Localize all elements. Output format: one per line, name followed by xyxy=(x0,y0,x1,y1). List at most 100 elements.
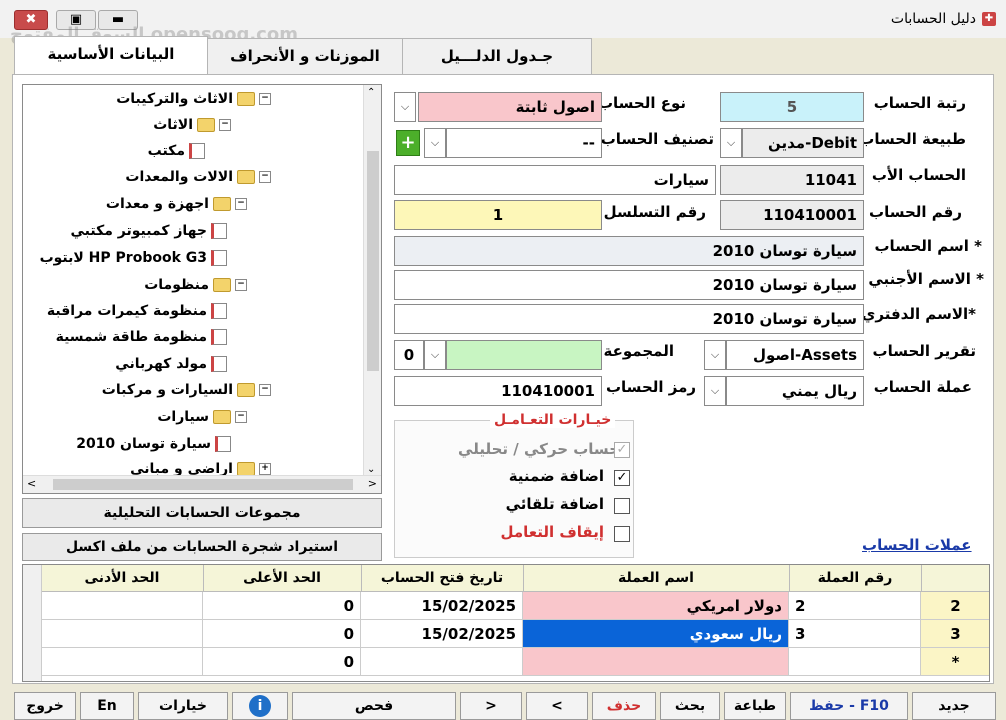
tab-budgets[interactable]: الموزنات و الأنحراف xyxy=(207,38,403,74)
tree-node[interactable]: الاثاث − xyxy=(153,113,231,137)
previous-button[interactable]: < xyxy=(526,692,588,720)
accounts-tree[interactable]: الاثاث والتركيبات − الاثاث − مكتب الالات و… xyxy=(22,84,382,494)
foreign-name-input[interactable]: سيارة توسان 2010 xyxy=(394,270,864,300)
grid-cell-max[interactable]: 0 xyxy=(203,592,361,620)
account-name-input[interactable]: سيارة توسان 2010 xyxy=(394,236,864,266)
currency-select[interactable]: ريال يمني xyxy=(726,376,864,406)
currency-dropdown-icon[interactable]: ⌵ xyxy=(704,376,726,406)
grid-header-date[interactable]: تاريخ فتح الحساب xyxy=(361,565,524,592)
grid-cell-min[interactable] xyxy=(41,648,203,676)
tree-node[interactable]: مولد كهرباني xyxy=(115,352,227,376)
tree-node[interactable]: الالات والمعدات − xyxy=(125,165,271,189)
grid-cell-code[interactable]: 3 xyxy=(789,620,921,648)
collapse-icon[interactable]: − xyxy=(235,279,247,291)
grid-cell-code[interactable]: 2 xyxy=(789,592,921,620)
option-stop-checkbox[interactable] xyxy=(614,526,630,542)
grid-cell-date[interactable] xyxy=(361,648,523,676)
collapse-icon[interactable]: − xyxy=(235,411,247,423)
tree-node[interactable]: لابتوب HP Probook G3 xyxy=(40,246,227,270)
grid-row-number[interactable]: 2 xyxy=(921,592,989,620)
import-excel-button[interactable]: استيراد شجرة الحسابات من ملف اكسل xyxy=(22,533,382,561)
book-name-input[interactable]: سيارة توسان 2010 xyxy=(394,304,864,334)
type-select[interactable]: اصول ثابتة xyxy=(418,92,602,122)
tree-node[interactable]: اجهزة و معدات − xyxy=(106,192,247,216)
grid-header-max[interactable]: الحد الأعلى xyxy=(203,565,362,592)
collapse-icon[interactable]: − xyxy=(259,93,271,105)
collapse-icon[interactable]: − xyxy=(259,384,271,396)
rank-field[interactable]: 5 xyxy=(720,92,864,122)
grid-row-number[interactable]: * xyxy=(921,648,989,676)
tab-basic-data[interactable]: البيانات الأساسية xyxy=(14,36,208,76)
grid-cell-max[interactable]: 0 xyxy=(203,620,361,648)
print-button[interactable]: طباعة xyxy=(724,692,786,720)
scroll-up-icon[interactable]: ⌃ xyxy=(367,87,375,98)
class-select[interactable]: -- xyxy=(446,128,602,158)
tree-node[interactable]: منظومات − xyxy=(144,273,247,297)
grid-cell-min[interactable] xyxy=(41,592,203,620)
grid-cell-name[interactable]: ريال سعودي xyxy=(523,620,789,648)
group-select[interactable] xyxy=(446,340,602,370)
tree-node[interactable]: منظومة طاقة شمسية xyxy=(56,325,227,349)
info-button[interactable]: i xyxy=(232,692,288,720)
grid-cell-min[interactable] xyxy=(41,620,203,648)
grid-cell-name[interactable]: دولار امريكي xyxy=(523,592,789,620)
type-dropdown-icon[interactable]: ⌵ xyxy=(394,92,416,122)
collapse-icon[interactable]: − xyxy=(259,171,271,183)
tree-node[interactable]: جهاز كمبيوتر مكتبي xyxy=(71,219,227,243)
grid-cell-name[interactable] xyxy=(523,648,789,676)
parent-code-field[interactable]: 11041 xyxy=(720,165,864,195)
report-dropdown-icon[interactable]: ⌵ xyxy=(704,340,726,370)
nature-select[interactable]: مدين-Debit xyxy=(742,128,864,158)
tree-node[interactable]: سيارات − xyxy=(157,405,247,429)
grid-header-min[interactable]: الحد الأدنى xyxy=(41,565,204,592)
grid-cell-max[interactable]: 0 xyxy=(203,648,361,676)
delete-button[interactable]: حذف xyxy=(592,692,656,720)
grid-cell-date[interactable]: 15/02/2025 xyxy=(361,592,523,620)
new-button[interactable]: جديد xyxy=(912,692,996,720)
grid-row-number[interactable]: 3 xyxy=(921,620,989,648)
tree-horizontal-scrollbar[interactable]: < > xyxy=(23,475,381,493)
language-button[interactable]: En xyxy=(80,692,134,720)
scroll-thumb[interactable] xyxy=(53,479,353,490)
exit-button[interactable]: خروج xyxy=(14,692,76,720)
grid-cell-date[interactable]: 15/02/2025 xyxy=(361,620,523,648)
tree-node[interactable]: الاثاث والتركيبات − xyxy=(116,87,271,111)
option-implicit-checkbox[interactable]: ✓ xyxy=(614,470,630,486)
expand-icon[interactable]: + xyxy=(259,463,271,475)
nature-dropdown-icon[interactable]: ⌵ xyxy=(720,128,742,158)
class-dropdown-icon[interactable]: ⌵ xyxy=(424,128,446,158)
tree-node[interactable]: مكتب xyxy=(148,139,205,163)
book-name-label: الاسم الدفتري* xyxy=(861,305,976,323)
add-class-button[interactable]: + xyxy=(396,130,420,156)
tree-node[interactable]: السيارات و مركبات − xyxy=(102,378,271,402)
analytic-groups-button[interactable]: مجموعات الحسابات التحليلية xyxy=(22,498,382,528)
search-button[interactable]: بحث xyxy=(660,692,720,720)
currencies-grid[interactable]: رقم العملة اسم العملة تاريخ فتح الحساب ا… xyxy=(22,564,990,682)
tab-guide-table[interactable]: جـدول الدلـــيل xyxy=(402,38,592,74)
check-button[interactable]: فحص xyxy=(292,692,456,720)
grid-header-name[interactable]: اسم العملة xyxy=(523,565,790,592)
serial-field[interactable]: 1 xyxy=(394,200,602,230)
scroll-down-icon[interactable]: ⌄ xyxy=(367,464,375,475)
folder-icon xyxy=(237,92,255,106)
grid-cell-code[interactable] xyxy=(789,648,921,676)
grid-header-code[interactable]: رقم العملة xyxy=(789,565,922,592)
tree-node[interactable]: منظومة كيمرات مراقبة xyxy=(47,299,227,323)
scroll-left-icon[interactable]: < xyxy=(27,477,36,490)
account-number-field[interactable]: 110410001 xyxy=(720,200,864,230)
symbol-field[interactable]: 110410001 xyxy=(394,376,602,406)
grid-vertical-scrollbar[interactable] xyxy=(23,565,42,681)
report-select[interactable]: اصول-Assets xyxy=(726,340,864,370)
options-button[interactable]: خيارات xyxy=(138,692,228,720)
group-dropdown-icon[interactable]: ⌵ xyxy=(424,340,446,370)
save-button[interactable]: حفظ - F10 xyxy=(790,692,908,720)
scroll-right-icon[interactable]: > xyxy=(368,477,377,490)
collapse-icon[interactable]: − xyxy=(235,198,247,210)
scroll-thumb[interactable] xyxy=(367,151,379,371)
tree-vertical-scrollbar[interactable]: ⌃ ⌄ xyxy=(363,85,381,477)
group-code-field[interactable]: 0 xyxy=(394,340,424,370)
next-button[interactable]: > xyxy=(460,692,522,720)
tree-node[interactable]: سيارة توسان 2010 xyxy=(76,432,231,456)
collapse-icon[interactable]: − xyxy=(219,119,231,131)
option-auto-checkbox[interactable] xyxy=(614,498,630,514)
